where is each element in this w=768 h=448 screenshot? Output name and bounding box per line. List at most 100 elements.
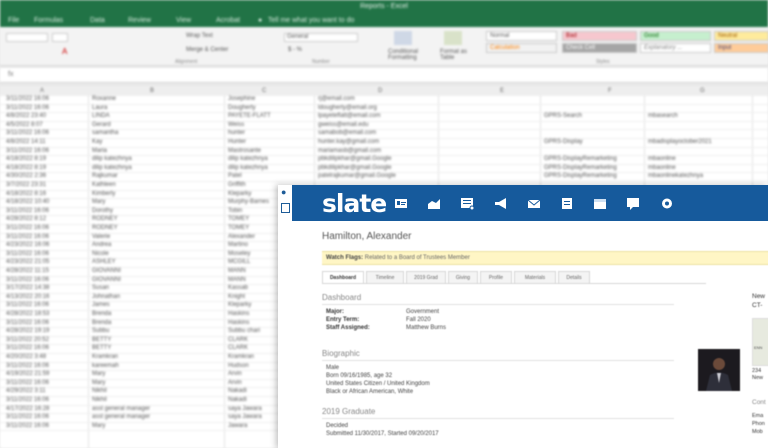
number-format-select[interactable]: General bbox=[284, 33, 358, 42]
tell-me-box[interactable]: Tell me what you want to do bbox=[268, 17, 354, 24]
table-cell[interactable]: Mary bbox=[92, 423, 105, 430]
font-color-icon[interactable]: A bbox=[62, 47, 67, 56]
table-cell[interactable]: Nakadi bbox=[228, 388, 247, 395]
table-cell[interactable]: gweiss@email.edu bbox=[318, 122, 368, 129]
table-cell[interactable]: mbadisplayoctober2021 bbox=[648, 139, 712, 146]
table-cell[interactable]: rj@email.com bbox=[318, 96, 355, 103]
table-cell[interactable]: ldougherty@email.org bbox=[318, 105, 377, 112]
table-cell[interactable]: CLARK bbox=[228, 345, 248, 352]
table-cell[interactable]: 3/11/2022 16:06 bbox=[6, 345, 49, 352]
table-cell[interactable]: MANN bbox=[228, 277, 246, 284]
table-cell[interactable]: 3/11/2022 16:06 bbox=[6, 208, 49, 215]
id-card-icon[interactable] bbox=[394, 197, 408, 210]
style-input[interactable]: Input bbox=[714, 43, 768, 53]
table-cell[interactable]: Rajkumar bbox=[92, 173, 118, 180]
merge-center-button[interactable]: Merge & Center bbox=[186, 47, 228, 53]
menu-review[interactable]: Review bbox=[128, 17, 151, 24]
table-cell[interactable]: Josephine bbox=[228, 96, 255, 103]
table-cell[interactable]: Arvin bbox=[228, 371, 242, 378]
table-cell[interactable]: 4/19/2022 21:59 bbox=[6, 371, 49, 378]
table-cell[interactable]: GPRS-Display bbox=[544, 139, 583, 146]
table-cell[interactable]: samantha bbox=[92, 130, 118, 137]
table-cell[interactable]: 4/13/2022 20:16 bbox=[6, 294, 49, 301]
table-cell[interactable]: dilip katezhnya bbox=[228, 156, 268, 163]
table-cell[interactable]: Mary bbox=[92, 380, 105, 387]
table-cell[interactable]: Murphy-Barnes bbox=[228, 199, 269, 206]
chat-icon[interactable] bbox=[626, 197, 640, 210]
table-cell[interactable]: 4/28/2022 8:12 bbox=[6, 216, 46, 223]
table-cell[interactable]: Knight bbox=[228, 294, 245, 301]
menu-acrobat[interactable]: Acrobat bbox=[216, 17, 240, 24]
table-cell[interactable]: 4/18/2022 8:19 bbox=[6, 156, 46, 163]
table-cell[interactable]: Kay bbox=[92, 139, 102, 146]
table-cell[interactable]: LINDA bbox=[92, 113, 110, 120]
table-cell[interactable]: samabob@email.com bbox=[318, 130, 376, 137]
table-cell[interactable]: 3/11/2022 16:06 bbox=[6, 234, 49, 241]
mail-icon[interactable] bbox=[527, 197, 541, 210]
table-cell[interactable]: Arvin bbox=[228, 380, 242, 387]
table-cell[interactable]: BETTY bbox=[92, 345, 111, 352]
table-cell[interactable]: Kramkran bbox=[92, 354, 118, 361]
table-cell[interactable]: 3/11/2022 16:06 bbox=[6, 414, 49, 421]
table-row[interactable]: 4/8/2022 14:11 Kay Hunter hunter.kay@gmail.… bbox=[0, 139, 768, 148]
table-cell[interactable]: Haskins bbox=[228, 320, 249, 327]
table-cell[interactable]: 3/11/2022 16:06 bbox=[6, 397, 49, 404]
location-map[interactable]: ENN bbox=[752, 318, 768, 366]
inbox-icon[interactable] bbox=[460, 197, 475, 211]
table-cell[interactable]: Subbu bbox=[92, 328, 109, 335]
table-row[interactable]: 3/11/2022 16:06 Maria Mastrosante mariamasb… bbox=[0, 148, 768, 157]
table-cell[interactable]: Nakadi bbox=[228, 397, 247, 404]
table-cell[interactable]: Hudson bbox=[228, 363, 249, 370]
table-cell[interactable]: Mary bbox=[92, 371, 105, 378]
style-normal[interactable]: Normal bbox=[486, 31, 557, 41]
table-cell[interactable]: Haskins bbox=[228, 311, 249, 318]
table-cell[interactable]: 4/18/2022 8:16 bbox=[6, 191, 46, 198]
style-bad[interactable]: Bad bbox=[562, 31, 637, 41]
table-cell[interactable]: 3/11/2022 16:06 bbox=[6, 148, 49, 155]
table-cell[interactable]: 4/28/2022 11:15 bbox=[6, 268, 49, 275]
table-cell[interactable]: Dorothy bbox=[92, 208, 113, 215]
table-cell[interactable]: Kleparky bbox=[228, 302, 251, 309]
table-cell[interactable]: Laura bbox=[92, 105, 107, 112]
function-icon[interactable]: fx bbox=[8, 71, 13, 78]
table-cell[interactable]: Andrea bbox=[92, 242, 111, 249]
table-cell[interactable]: 3/11/2022 16:06 bbox=[6, 277, 49, 284]
table-cell[interactable]: 4/20/2022 3:48 bbox=[6, 354, 46, 361]
table-cell[interactable]: dilip katezhnya bbox=[92, 165, 132, 172]
table-cell[interactable]: Subbu chari bbox=[228, 328, 260, 335]
table-cell[interactable]: mariamasb@gmail.com bbox=[318, 148, 381, 155]
table-cell[interactable]: BETTY bbox=[92, 337, 111, 344]
staff-assigned-value[interactable]: Matthew Burns bbox=[406, 325, 446, 331]
table-cell[interactable]: Hunter bbox=[228, 139, 246, 146]
table-cell[interactable]: Weiss bbox=[228, 122, 244, 129]
table-cell[interactable]: 4/28/2022 19:19 bbox=[6, 328, 49, 335]
table-cell[interactable]: GPRS-DisplayRemarketing bbox=[544, 156, 617, 163]
table-row[interactable]: 3/11/2022 16:06 Roxanne Josephine rj@email.… bbox=[0, 96, 768, 105]
table-cell[interactable]: MANN bbox=[228, 268, 246, 275]
style-calculation[interactable]: Calculation bbox=[486, 43, 557, 53]
table-cell[interactable]: Dougherty bbox=[228, 105, 256, 112]
table-row[interactable]: 3/11/2022 16:06 Laura Dougherty ldougherty@… bbox=[0, 105, 768, 114]
table-cell[interactable]: Nikhil bbox=[92, 388, 107, 395]
table-cell[interactable]: 4/28/2022 18:53 bbox=[6, 311, 49, 318]
menu-file[interactable]: File bbox=[8, 17, 19, 24]
style-check-cell[interactable]: Check Cell bbox=[562, 43, 637, 53]
table-cell[interactable]: Nicole bbox=[92, 251, 109, 258]
column-header-d[interactable]: D bbox=[378, 88, 382, 94]
table-cell[interactable]: Moseley bbox=[228, 251, 250, 258]
table-cell[interactable]: 4/29/2022 3:11 bbox=[6, 388, 46, 395]
menu-view[interactable]: View bbox=[176, 17, 191, 24]
table-cell[interactable]: TOMEY bbox=[228, 216, 249, 223]
gear-icon[interactable] bbox=[660, 197, 674, 210]
table-cell[interactable]: ASHLEY bbox=[92, 259, 116, 266]
wrap-text-button[interactable]: Wrap Text bbox=[186, 33, 213, 39]
table-row[interactable]: 4/30/2022 2:36 Rajkumar Patel patelrajkumar… bbox=[0, 173, 768, 182]
column-header-e[interactable]: E bbox=[500, 88, 504, 94]
table-cell[interactable]: dilip katezhnya bbox=[92, 156, 132, 163]
table-cell[interactable]: 4/8/2022 14:11 bbox=[6, 139, 46, 146]
menu-formulas[interactable]: Formulas bbox=[34, 17, 63, 24]
table-cell[interactable]: 3/11/2022 16:06 bbox=[6, 130, 49, 137]
table-cell[interactable]: Roxanne bbox=[92, 96, 116, 103]
table-cell[interactable]: Martino bbox=[228, 242, 248, 249]
table-cell[interactable]: Alexander bbox=[228, 234, 255, 241]
